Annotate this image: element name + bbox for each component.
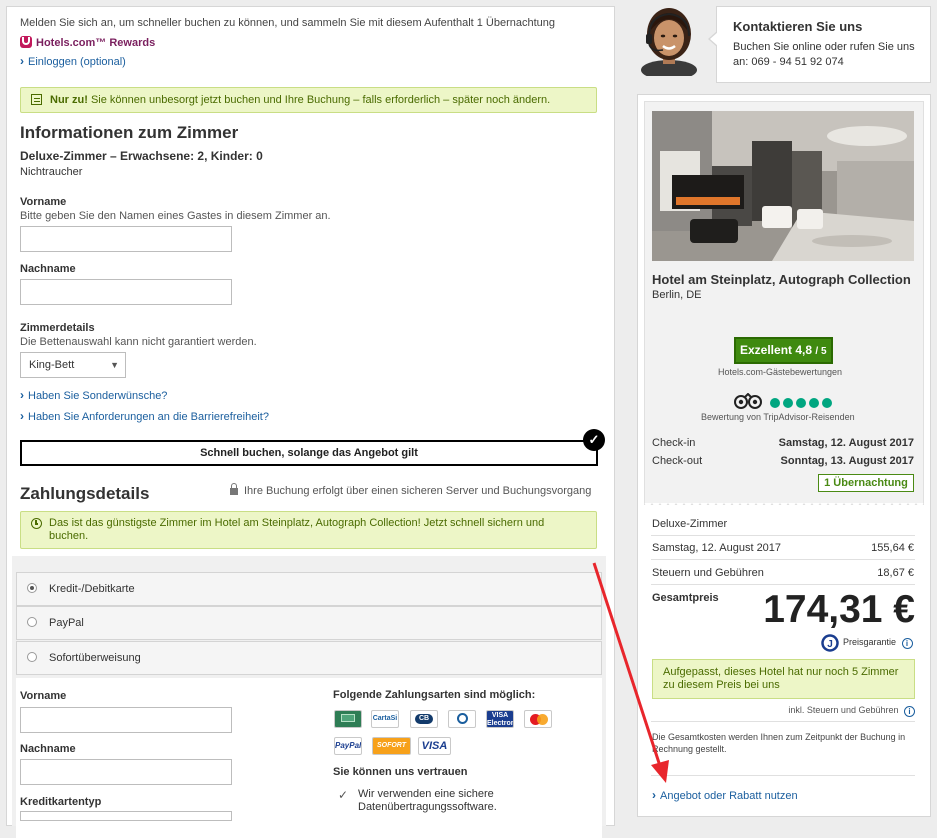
urgency-notice: Aufgepasst, dieses Hotel hat nur noch 5 … bbox=[652, 659, 915, 699]
coupon-link[interactable]: › Angebot oder Rabatt nutzen bbox=[652, 788, 798, 802]
room-info-title: Informationen zum Zimmer bbox=[20, 123, 239, 142]
smoking-info: Nichtraucher bbox=[20, 166, 83, 178]
divider bbox=[651, 584, 915, 585]
edit-note-icon bbox=[31, 94, 42, 105]
hotel-location: Berlin, DE bbox=[652, 289, 702, 301]
trust-title: Sie können uns vertrauen bbox=[333, 766, 468, 778]
contact-text: Buchen Sie online oder rufen Sie uns an:… bbox=[733, 41, 915, 68]
info-icon[interactable]: i bbox=[901, 638, 913, 649]
card-logo-diners-icon bbox=[448, 710, 476, 728]
checkin-label: Check-in bbox=[652, 437, 696, 449]
divider bbox=[651, 721, 915, 722]
checkmark-icon: ✓ bbox=[338, 788, 349, 802]
caret-down-icon: ▼ bbox=[110, 360, 119, 370]
cheapest-room-notice: Das ist das günstigste Zimmer im Hotel a… bbox=[20, 511, 597, 549]
card-firstname-input[interactable] bbox=[20, 707, 232, 733]
chevron-right-icon: › bbox=[20, 388, 24, 402]
room-lastname-input[interactable] bbox=[20, 279, 232, 305]
lock-icon bbox=[230, 483, 238, 495]
special-requests-link[interactable]: › Haben Sie Sonderwünsche? bbox=[20, 388, 167, 402]
card-type-select[interactable] bbox=[20, 811, 232, 821]
accessibility-link[interactable]: › Haben Sie Anforderungen an die Barriere… bbox=[20, 409, 269, 423]
card-logo-visa-electron-icon: VISA Electron bbox=[486, 710, 514, 728]
checkmark-icon: ✓ bbox=[583, 429, 605, 451]
rating-badge: Exzellent 4,8 / 5 bbox=[734, 337, 833, 364]
svg-text:J: J bbox=[827, 639, 833, 650]
payment-option-paypal[interactable]: PayPal bbox=[16, 606, 602, 640]
card-type-label: Kreditkartentyp bbox=[20, 796, 102, 808]
card-logo-mastercard-icon bbox=[524, 710, 552, 728]
trust-item: Wir verwenden eine sichere Datenübertrag… bbox=[358, 788, 497, 813]
hotel-name[interactable]: Hotel am Steinplatz, Autograph Collectio… bbox=[652, 272, 911, 287]
radio-icon[interactable] bbox=[27, 617, 37, 627]
accepted-payments-title: Folgende Zahlungsarten sind möglich: bbox=[333, 689, 536, 701]
rewards-logo-icon bbox=[20, 36, 32, 48]
ticket-perforation bbox=[644, 503, 924, 509]
room-details-hint: Die Bettenauswahl kann nicht garantiert … bbox=[20, 336, 257, 348]
price-night-value: 155,64 € bbox=[871, 542, 914, 554]
room-title: Deluxe-Zimmer – Erwachsene: 2, Kinder: 0 bbox=[20, 149, 263, 163]
rewards-label: Hotels.com™ Rewards bbox=[20, 36, 155, 49]
chevron-right-icon: › bbox=[652, 788, 656, 802]
card-logo-visa-icon: VISA bbox=[418, 737, 451, 755]
total-label: Gesamtpreis bbox=[652, 592, 719, 604]
price-guarantee: Preisgarantie i bbox=[843, 637, 913, 649]
price-guarantee-icon: J bbox=[821, 634, 839, 655]
payment-option-sofort[interactable]: Sofortüberweisung bbox=[16, 641, 602, 675]
tripadvisor-rating-circles bbox=[769, 397, 835, 412]
divider bbox=[651, 775, 915, 776]
charge-note: Die Gesamtkosten werden Ihnen zum Zeitpu… bbox=[652, 732, 906, 754]
card-lastname-input[interactable] bbox=[20, 759, 232, 785]
hotel-photo bbox=[652, 111, 914, 261]
contact-title: Kontaktieren Sie uns bbox=[733, 19, 863, 34]
checkout-label: Check-out bbox=[652, 455, 703, 467]
tax-value: 18,67 € bbox=[877, 567, 914, 579]
login-link[interactable]: › Einloggen (optional) bbox=[20, 54, 126, 68]
payment-option-card[interactable]: Kredit-/Debitkarte bbox=[16, 572, 602, 606]
card-logo-paypal-icon: PayPal bbox=[334, 737, 362, 755]
room-firstname-input[interactable] bbox=[20, 226, 232, 252]
firstname-hint: Bitte geben Sie den Namen eines Gastes i… bbox=[20, 210, 331, 222]
checkin-value: Samstag, 12. August 2017 bbox=[778, 437, 914, 449]
chevron-right-icon: › bbox=[20, 409, 24, 423]
tripadvisor-owl-icon bbox=[733, 392, 763, 412]
tripadvisor-text: Bewertung von TripAdvisor-Reisenden bbox=[701, 412, 855, 422]
chevron-right-icon: › bbox=[20, 54, 24, 68]
info-icon[interactable]: i bbox=[904, 706, 915, 717]
card-lastname-label: Nachname bbox=[20, 743, 76, 755]
secure-server-note: Ihre Buchung erfolgt über einen sicheren… bbox=[230, 483, 591, 497]
price-night-label: Samstag, 12. August 2017 bbox=[652, 542, 782, 554]
card-logo-sofort-icon: SOFORT bbox=[372, 737, 411, 755]
firstname-label: Vorname bbox=[20, 196, 67, 208]
price-room-type: Deluxe-Zimmer bbox=[652, 518, 728, 530]
checkout-value: Sonntag, 13. August 2017 bbox=[780, 455, 914, 467]
incl-tax-note: inkl. Steuern und Gebühren i bbox=[788, 705, 915, 717]
card-logo-cartasi-icon: CartaSi bbox=[371, 710, 399, 728]
signin-intro: Melden Sie sich an, um schneller buchen … bbox=[20, 17, 556, 29]
payment-title: Zahlungsdetails bbox=[20, 484, 150, 503]
nights-badge: 1 Übernachtung bbox=[818, 474, 914, 492]
card-firstname-label: Vorname bbox=[20, 690, 67, 702]
total-price: 174,31 € bbox=[763, 588, 915, 631]
card-logo-generic-icon bbox=[334, 710, 362, 728]
change-later-notice: Nur zu! Sie können unbesorgt jetzt buche… bbox=[20, 87, 597, 113]
clock-icon bbox=[31, 518, 42, 529]
room-details-label: Zimmerdetails bbox=[20, 322, 95, 334]
support-agent-avatar bbox=[637, 4, 701, 80]
radio-icon[interactable] bbox=[27, 652, 37, 662]
divider bbox=[651, 535, 915, 536]
divider bbox=[651, 559, 915, 560]
quick-book-banner: Schnell buchen, solange das Angebot gilt bbox=[20, 440, 598, 466]
contact-card: Kontaktieren Sie uns Buchen Sie online o… bbox=[708, 6, 931, 83]
radio-selected-icon[interactable] bbox=[27, 583, 37, 593]
tax-label: Steuern und Gebühren bbox=[652, 567, 764, 579]
bed-type-select[interactable]: King-Bett ▼ bbox=[20, 352, 126, 378]
lastname-label: Nachname bbox=[20, 263, 76, 275]
card-logo-cb-icon: CB bbox=[410, 710, 438, 728]
rating-source: Hotels.com-Gästebewertungen bbox=[718, 367, 843, 377]
